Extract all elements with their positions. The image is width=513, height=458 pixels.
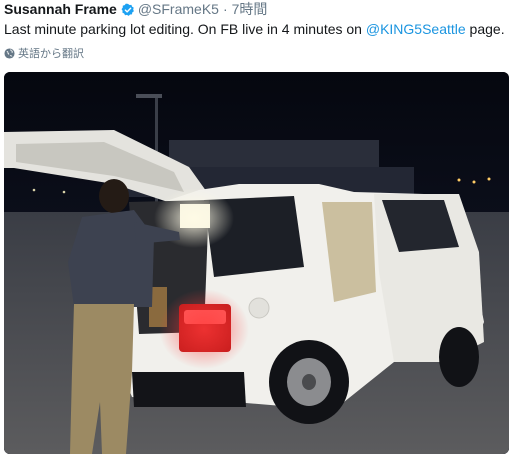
photo-scene: [4, 72, 509, 454]
tweet-text: Last minute parking lot editing. On FB l…: [4, 20, 512, 38]
translate-link[interactable]: 英語から翻訳: [4, 46, 84, 60]
tweet-timestamp[interactable]: 7時間: [232, 1, 268, 18]
globe-icon: [4, 47, 15, 59]
tweet-text-part-1: Last minute parking lot editing. On FB l…: [4, 21, 366, 37]
tweet-card: Susannah Frame @SFrameK5 · 7時間 Last minu…: [0, 0, 513, 458]
translate-label: 英語から翻訳: [18, 48, 84, 60]
mention-link[interactable]: @KING5Seattle: [366, 21, 466, 37]
meta-separator: ·: [222, 1, 228, 17]
tweet-photo[interactable]: [4, 72, 509, 454]
author-name[interactable]: Susannah Frame: [4, 1, 117, 18]
verified-badge-icon: [121, 3, 134, 16]
tweet-header: Susannah Frame @SFrameK5 · 7時間: [4, 1, 267, 18]
author-handle[interactable]: @SFrameK5: [138, 1, 219, 18]
tweet-text-part-2: page.: [465, 21, 505, 37]
